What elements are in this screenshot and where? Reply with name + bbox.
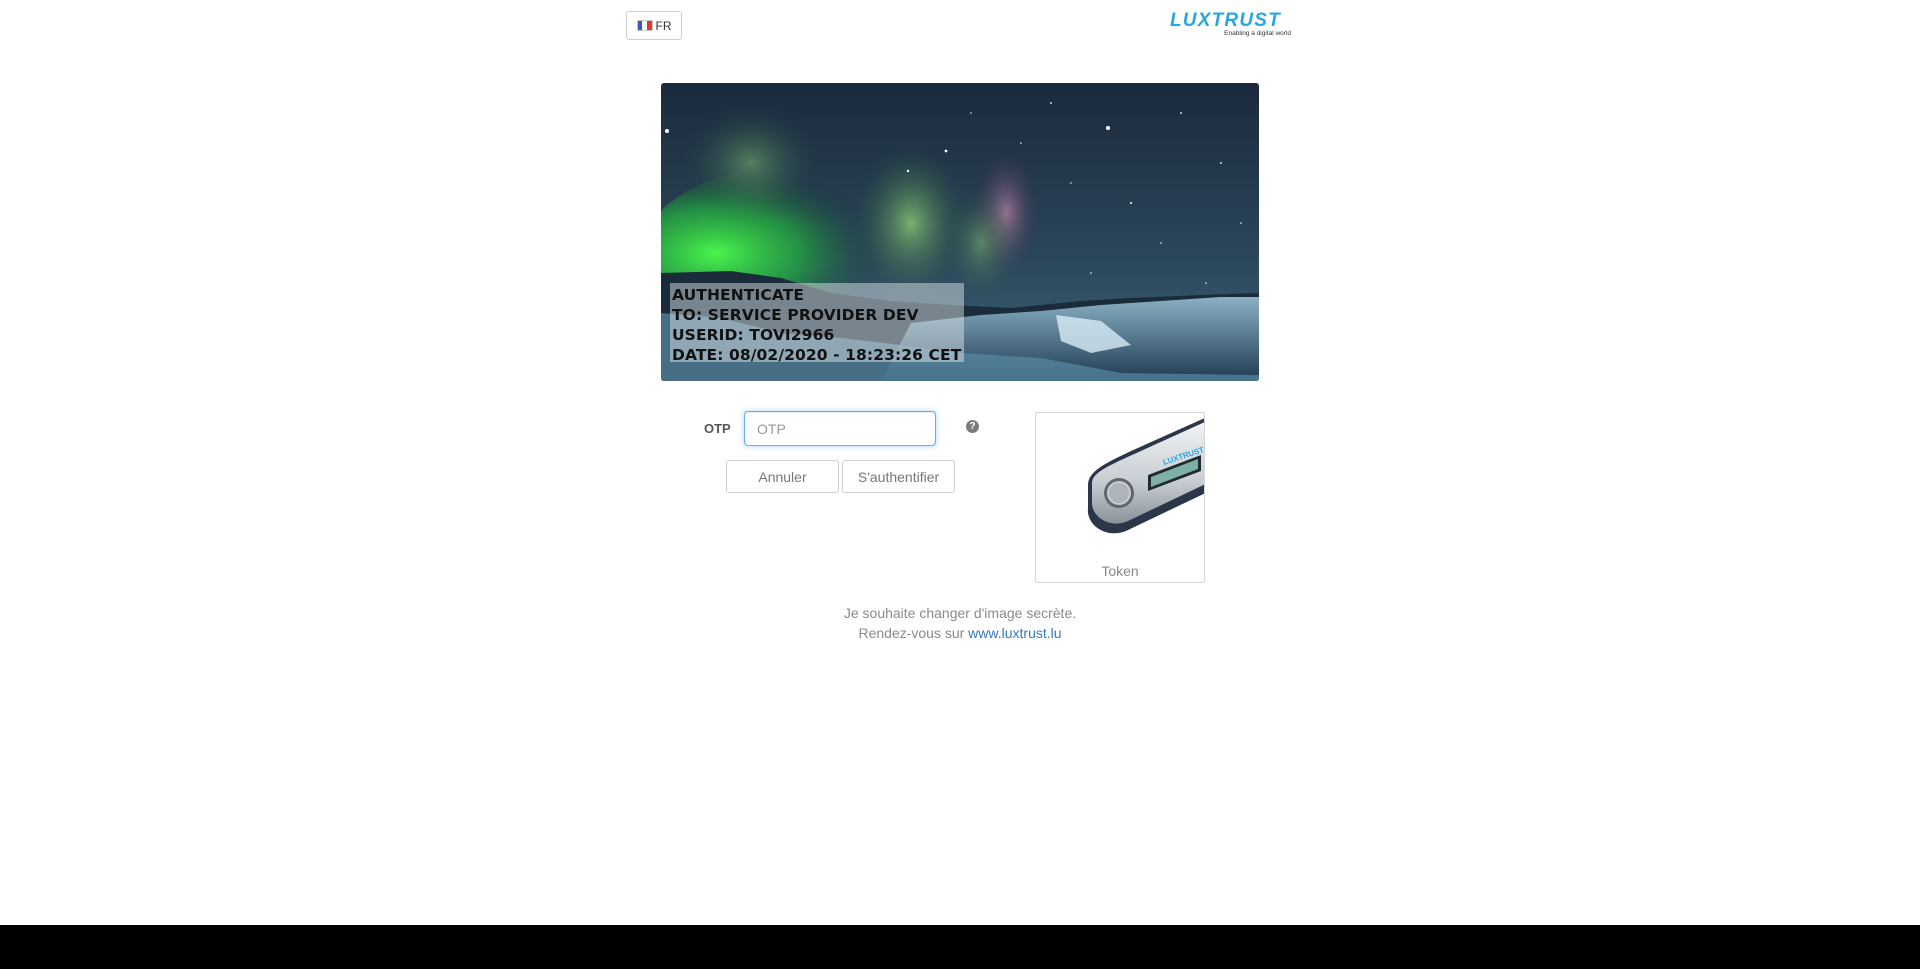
auth-line-userid: USERID: TOVI2966	[672, 326, 835, 344]
luxtrust-logo: LUXTRUST Enabling a digital world	[1170, 10, 1295, 38]
auth-line-action: AUTHENTICATE	[672, 286, 805, 304]
authentication-details-box: AUTHENTICATE TO: SERVICE PROVIDER DEV US…	[670, 283, 964, 364]
change-image-text: Je souhaite changer d'image secrète.	[843, 605, 1077, 621]
visit-line: Rendez-vous sur www.luxtrust.lu	[0, 623, 1920, 643]
change-secret-image-notice: Je souhaite changer d'image secrète. Ren…	[0, 603, 1920, 643]
auth-line-date: DATE: 08/02/2020 - 18:23:26 CET	[672, 346, 962, 364]
luxtrust-website-link[interactable]: www.luxtrust.lu	[968, 625, 1061, 641]
language-selector-button[interactable]: FR	[626, 11, 682, 40]
otp-input[interactable]	[744, 411, 936, 446]
cancel-button[interactable]: Annuler	[726, 460, 839, 493]
authenticate-button[interactable]: S'authentifier	[842, 460, 955, 493]
token-device-image: LUXTRUST	[1087, 418, 1204, 534]
secret-image: AUTHENTICATE TO: SERVICE PROVIDER DEV US…	[661, 83, 1259, 381]
question-circle-icon[interactable]: ?	[966, 420, 979, 433]
logo-word: LUXTRUST	[1170, 10, 1281, 31]
logo-tagline: Enabling a digital world	[1224, 30, 1291, 37]
french-flag-icon	[636, 20, 653, 31]
visit-prefix: Rendez-vous sur	[858, 625, 965, 641]
token-label: Token	[1101, 563, 1139, 579]
auth-line-provider: TO: SERVICE PROVIDER DEV	[672, 306, 919, 324]
language-code: FR	[655, 18, 672, 33]
otp-label: OTP	[704, 421, 731, 436]
bottom-bar	[0, 925, 1920, 969]
token-option-card[interactable]: LUXTRUST Token	[1035, 412, 1205, 583]
